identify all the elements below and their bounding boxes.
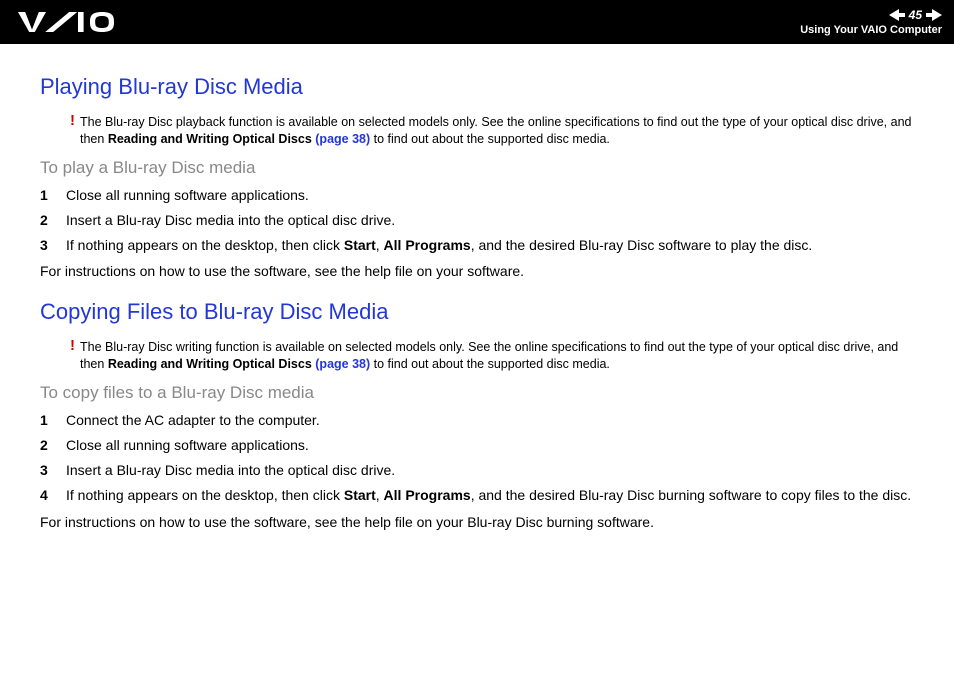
step4-b2: All Programs xyxy=(384,487,471,503)
subheading-copy: To copy files to a Blu-ray Disc media xyxy=(40,383,914,403)
header-bar: 45 Using Your VAIO Computer xyxy=(0,0,954,44)
step4-pre: If nothing appears on the desktop, then … xyxy=(66,487,344,503)
list-item: 1 Connect the AC adapter to the computer… xyxy=(40,411,914,430)
list-item: 2 Insert a Blu-ray Disc media into the o… xyxy=(40,211,914,230)
page-nav: 45 xyxy=(889,8,942,22)
step-text: Insert a Blu-ray Disc media into the opt… xyxy=(66,461,914,480)
list-item: 3 Insert a Blu-ray Disc media into the o… xyxy=(40,461,914,480)
list-item: 3 If nothing appears on the desktop, the… xyxy=(40,236,914,255)
warning-text-1: The Blu-ray Disc playback function is av… xyxy=(80,114,914,148)
after-note-2: For instructions on how to use the softw… xyxy=(40,513,914,532)
steps-play: 1 Close all running software application… xyxy=(40,186,914,255)
step-number: 3 xyxy=(40,236,66,255)
step-number: 1 xyxy=(40,411,66,430)
step-text: Close all running software applications. xyxy=(66,186,914,205)
prev-page-icon[interactable] xyxy=(889,9,905,21)
after-note-1: For instructions on how to use the softw… xyxy=(40,262,914,281)
section-title-playing: Playing Blu-ray Disc Media xyxy=(40,74,914,100)
step3-b1: Start xyxy=(344,237,376,253)
step-text: Connect the AC adapter to the computer. xyxy=(66,411,914,430)
warn1-bold: Reading and Writing Optical Discs xyxy=(108,132,315,146)
step-number: 3 xyxy=(40,461,66,480)
steps-copy: 1 Connect the AC adapter to the computer… xyxy=(40,411,914,505)
step-text: If nothing appears on the desktop, then … xyxy=(66,486,914,505)
warning-note-1: ! The Blu-ray Disc playback function is … xyxy=(40,114,914,148)
warning-icon: ! xyxy=(70,336,75,356)
page-content: Playing Blu-ray Disc Media ! The Blu-ray… xyxy=(0,44,954,532)
step-text: If nothing appears on the desktop, then … xyxy=(66,236,914,255)
step-number: 1 xyxy=(40,186,66,205)
page-number: 45 xyxy=(907,8,924,22)
warn1-page-link[interactable]: (page 38) xyxy=(315,132,370,146)
step4-post: , and the desired Blu-ray Disc burning s… xyxy=(471,487,911,503)
warn2-post: to find out about the supported disc med… xyxy=(370,357,610,371)
step3-b2: All Programs xyxy=(384,237,471,253)
step-text: Close all running software applications. xyxy=(66,436,914,455)
step-number: 2 xyxy=(40,211,66,230)
vaio-logo xyxy=(18,12,114,32)
breadcrumb: Using Your VAIO Computer xyxy=(800,24,942,36)
step3-mid: , xyxy=(376,237,384,253)
next-page-icon[interactable] xyxy=(926,9,942,21)
list-item: 4 If nothing appears on the desktop, the… xyxy=(40,486,914,505)
list-item: 1 Close all running software application… xyxy=(40,186,914,205)
step3-post: , and the desired Blu-ray Disc software … xyxy=(471,237,813,253)
step-text: Insert a Blu-ray Disc media into the opt… xyxy=(66,211,914,230)
warn2-page-link[interactable]: (page 38) xyxy=(315,357,370,371)
warn1-post: to find out about the supported disc med… xyxy=(370,132,610,146)
step4-b1: Start xyxy=(344,487,376,503)
warning-text-2: The Blu-ray Disc writing function is ava… xyxy=(80,339,914,373)
list-item: 2 Close all running software application… xyxy=(40,436,914,455)
subheading-play: To play a Blu-ray Disc media xyxy=(40,158,914,178)
header-right: 45 Using Your VAIO Computer xyxy=(800,8,942,36)
step3-pre: If nothing appears on the desktop, then … xyxy=(66,237,344,253)
step4-mid: , xyxy=(376,487,384,503)
section-title-copying: Copying Files to Blu-ray Disc Media xyxy=(40,299,914,325)
step-number: 4 xyxy=(40,486,66,505)
step-number: 2 xyxy=(40,436,66,455)
warning-icon: ! xyxy=(70,111,75,131)
warning-note-2: ! The Blu-ray Disc writing function is a… xyxy=(40,339,914,373)
warn2-bold: Reading and Writing Optical Discs xyxy=(108,357,315,371)
